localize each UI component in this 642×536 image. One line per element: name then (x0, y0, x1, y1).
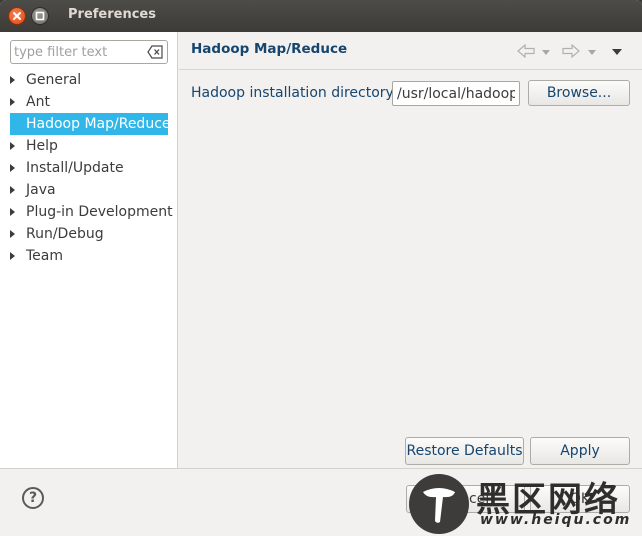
page-title: Hadoop Map/Reduce (191, 41, 348, 57)
filter-input[interactable] (14, 43, 144, 61)
tree-item-install-update[interactable]: Install/Update (0, 157, 177, 179)
tree-item-hadoop-map-reduce[interactable]: Hadoop Map/Reduce (10, 113, 171, 135)
cancel-button[interactable]: Cancel (406, 485, 525, 513)
view-menu-icon[interactable] (612, 49, 622, 55)
expand-arrow-icon[interactable] (10, 142, 15, 150)
filter-box (10, 40, 168, 64)
tree-item-label: Java (26, 182, 56, 198)
help-icon[interactable]: ? (22, 487, 44, 509)
preferences-window: Preferences General Ant Hadoop Map/Reduc… (0, 0, 642, 536)
tree-item-general[interactable]: General (0, 69, 177, 91)
tree-item-run-debug[interactable]: Run/Debug (0, 223, 177, 245)
back-arrow-icon[interactable] (517, 44, 535, 58)
tree-item-label: Install/Update (26, 160, 124, 176)
tree-item-help[interactable]: Help (0, 135, 177, 157)
maximize-window-button[interactable] (31, 7, 49, 25)
browse-button[interactable]: Browse... (528, 80, 630, 106)
close-window-button[interactable] (8, 7, 26, 25)
tree-item-label: Ant (26, 94, 50, 110)
preference-navigation-pane: General Ant Hadoop Map/Reduce Help Insta… (0, 32, 178, 468)
tree-item-label: Hadoop Map/Reduce (26, 116, 171, 132)
tree-item-java[interactable]: Java (0, 179, 177, 201)
tree-item-team[interactable]: Team (0, 245, 177, 267)
maximize-icon (35, 11, 45, 21)
expand-arrow-icon[interactable] (10, 76, 15, 84)
expand-arrow-icon[interactable] (10, 164, 15, 172)
install-dir-input[interactable] (392, 81, 520, 106)
page-header: Hadoop Map/Reduce (179, 32, 642, 70)
tree-item-ant[interactable]: Ant (0, 91, 177, 113)
expand-arrow-icon[interactable] (10, 208, 15, 216)
apply-button[interactable]: Apply (530, 437, 630, 465)
expand-arrow-icon[interactable] (10, 186, 15, 194)
ok-button[interactable]: OK (530, 485, 630, 513)
preference-page: Hadoop Map/Reduce Hadoop installation di… (179, 32, 642, 468)
expand-arrow-icon[interactable] (10, 230, 15, 238)
preference-tree: General Ant Hadoop Map/Reduce Help Insta… (0, 69, 177, 267)
tree-item-label: Run/Debug (26, 226, 104, 242)
install-dir-label: Hadoop installation directory: (191, 85, 398, 101)
tree-item-plugin-development[interactable]: Plug-in Development (0, 201, 177, 223)
forward-history-dropdown-icon[interactable] (588, 50, 596, 55)
clear-filter-icon[interactable] (147, 45, 163, 59)
tree-item-label: Team (26, 248, 64, 264)
tree-item-label: Plug-in Development (26, 204, 173, 220)
expand-arrow-icon[interactable] (10, 98, 15, 106)
back-history-dropdown-icon[interactable] (542, 50, 550, 55)
dialog-button-bar: ? Cancel OK (0, 468, 642, 536)
tree-item-label: General (26, 72, 82, 88)
title-bar: Preferences (0, 0, 642, 32)
restore-defaults-button[interactable]: Restore Defaults (405, 437, 524, 465)
tree-item-label: Help (26, 138, 58, 154)
expand-arrow-icon[interactable] (10, 252, 15, 260)
forward-arrow-icon[interactable] (562, 44, 580, 58)
close-icon (13, 12, 21, 20)
window-title: Preferences (68, 7, 156, 22)
